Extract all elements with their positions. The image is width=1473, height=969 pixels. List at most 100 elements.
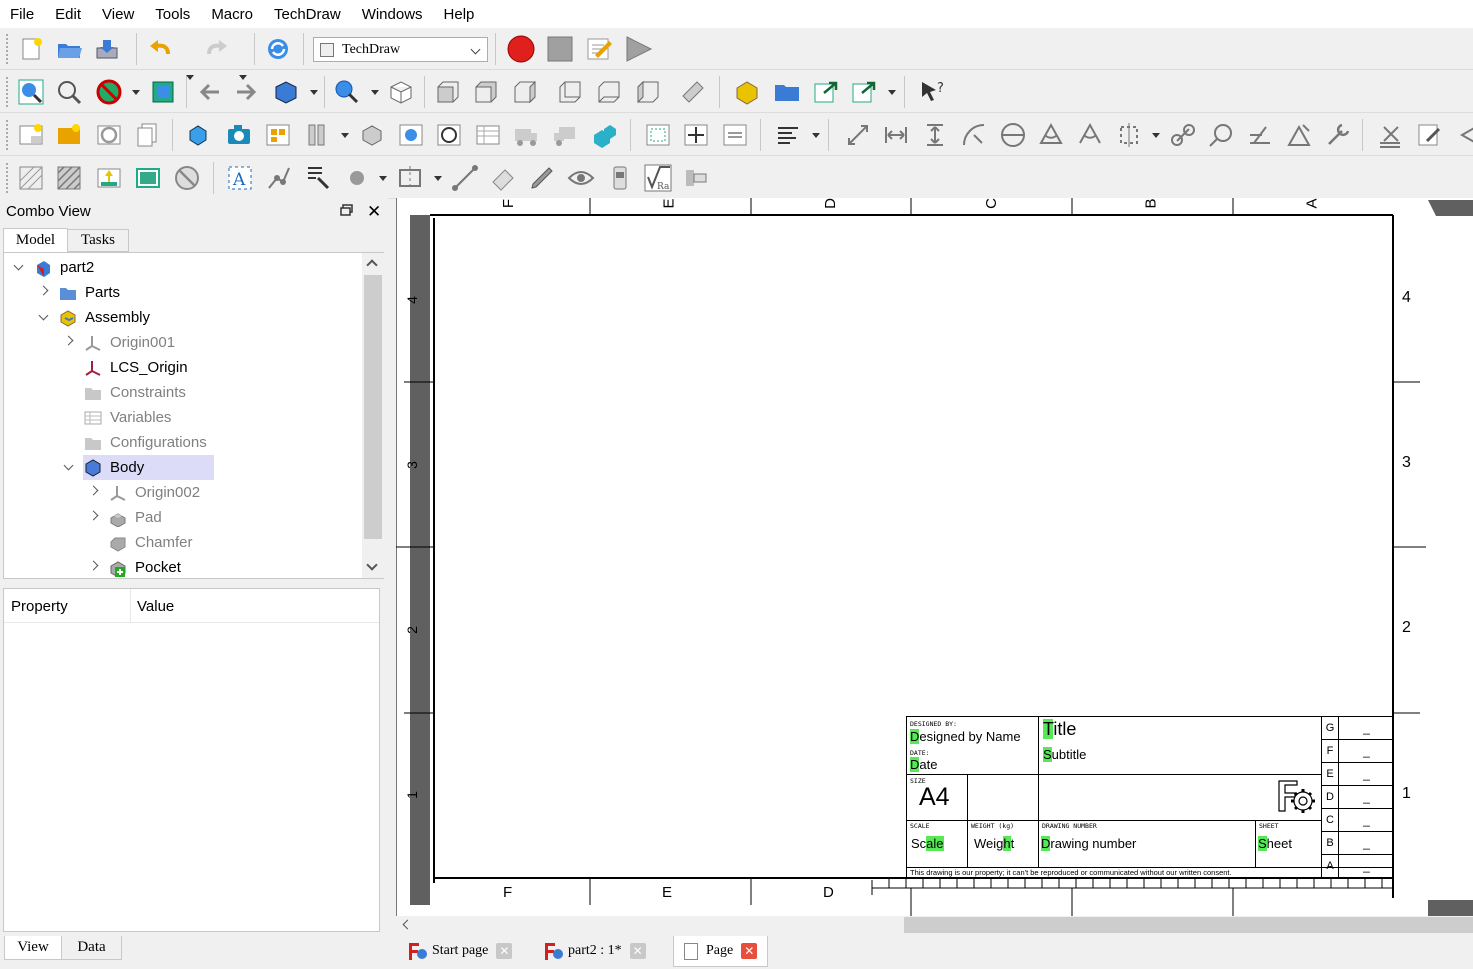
nav-forward-icon[interactable] [231, 76, 263, 108]
clip-group-remove-icon[interactable] [588, 119, 620, 151]
insert-page-template-icon[interactable] [53, 119, 85, 151]
chevron-right-icon[interactable] [63, 335, 74, 346]
revision-value[interactable]: _ [1339, 832, 1394, 855]
hscrollbar-thumb[interactable] [904, 917, 1473, 933]
close-tab-icon[interactable]: ✕ [741, 943, 758, 959]
run-macro-icon[interactable] [622, 33, 654, 65]
scale-field[interactable]: Scale [911, 836, 944, 851]
toolbar-grip[interactable] [6, 77, 10, 107]
detail-view-icon[interactable] [356, 119, 388, 151]
leader-edit-icon[interactable] [302, 162, 334, 194]
dimension-repair-icon[interactable] [1322, 119, 1354, 151]
area-dimension-icon[interactable] [1283, 119, 1315, 151]
bottom-view-icon[interactable] [593, 76, 625, 108]
scrollbar-thumb[interactable] [364, 275, 382, 539]
menu-file[interactable]: File [10, 6, 34, 23]
dimension-radius-icon[interactable] [958, 119, 990, 151]
rich-text-annotation-icon[interactable]: A [224, 162, 256, 194]
weld-symbol-icon[interactable] [1374, 119, 1406, 151]
toggle-frames-icon[interactable] [642, 119, 674, 151]
menu-edit[interactable]: Edit [55, 6, 81, 23]
isometric-view-icon[interactable] [385, 76, 417, 108]
geometric-hatch-icon[interactable] [53, 162, 85, 194]
link-actions-dropdown-icon[interactable] [888, 90, 896, 95]
toggle-visibility-icon[interactable] [171, 162, 203, 194]
draft-view-icon[interactable] [395, 119, 427, 151]
tree-item-lcs-origin[interactable]: LCS_Origin [83, 355, 188, 380]
tree-item-parts[interactable]: Parts [58, 280, 120, 305]
circle-centerline-icon[interactable] [341, 162, 373, 194]
tab-data[interactable]: Data [62, 936, 122, 960]
redo-icon[interactable] [200, 33, 232, 65]
dimension-length-icon[interactable] [842, 119, 874, 151]
tree-item-chamfer[interactable]: Chamfer [108, 530, 193, 555]
toolbar-grip[interactable] [6, 34, 10, 64]
hole-shaft-fit-icon[interactable] [680, 162, 712, 194]
weld-tail-icon[interactable] [604, 162, 636, 194]
tree-item-assembly[interactable]: Assembly [58, 305, 150, 330]
sheet-field[interactable]: Sheet [1258, 836, 1292, 851]
tree-item-part2[interactable]: part2 [33, 255, 94, 280]
cosmetic-vertex-icon[interactable] [263, 162, 295, 194]
weight-field[interactable]: Weight [974, 836, 1014, 851]
balloon-icon[interactable] [1205, 119, 1237, 151]
title-block[interactable]: DESIGNED BY: Designed by Name DATE: Date… [906, 716, 1394, 879]
surface-finish-icon[interactable]: Ra [642, 162, 674, 194]
revision-value[interactable]: _ [1339, 855, 1394, 878]
dimension-horizontal-icon[interactable] [880, 119, 912, 151]
revision-value[interactable]: _ [1339, 763, 1394, 786]
tab-start-page[interactable]: Start page ✕ [408, 937, 513, 965]
draw-style-dropdown-icon[interactable] [132, 90, 140, 95]
clip-group-add-icon[interactable] [549, 119, 581, 151]
chevron-right-icon[interactable] [88, 485, 99, 496]
image-icon[interactable] [93, 162, 125, 194]
dimension-angle-icon[interactable] [1035, 119, 1067, 151]
format-line-icon[interactable] [526, 162, 558, 194]
chevron-right-icon[interactable] [88, 510, 99, 521]
zoom-icon[interactable] [331, 76, 363, 108]
chevron-right-icon[interactable] [38, 285, 49, 296]
drawing-hscrollbar[interactable] [396, 916, 1473, 934]
centerline-dropdown-icon[interactable] [434, 176, 442, 181]
stop-macro-icon[interactable] [544, 33, 576, 65]
rear-view-icon[interactable] [554, 76, 586, 108]
cosmetic-line-icon[interactable] [449, 162, 481, 194]
extent-dropdown-icon[interactable] [1152, 133, 1160, 138]
tab-model[interactable]: Model [3, 228, 68, 252]
date-field[interactable]: Date [910, 757, 937, 772]
view-cube-dropdown-icon[interactable] [310, 90, 318, 95]
align-views-icon[interactable] [680, 119, 712, 151]
edit-text-icon[interactable] [1413, 119, 1445, 151]
menu-tools[interactable]: Tools [155, 6, 190, 23]
tree-item-configurations[interactable]: Configurations [83, 430, 207, 455]
chevron-down-icon[interactable] [38, 310, 49, 321]
tab-view[interactable]: View [4, 936, 62, 960]
workbench-selector[interactable]: TechDraw [313, 37, 488, 62]
chevron-down-icon[interactable] [63, 460, 74, 471]
tree-item-origin001[interactable]: Origin001 [83, 330, 175, 355]
print-all-pages-icon[interactable] [132, 119, 164, 151]
fit-selection-icon[interactable] [53, 76, 85, 108]
tab-page[interactable]: Page ✕ [673, 936, 769, 967]
whats-this-icon[interactable]: ? [916, 76, 948, 108]
menu-view[interactable]: View [102, 6, 134, 23]
revision-value[interactable]: _ [1339, 809, 1394, 832]
tab-tasks[interactable]: Tasks [68, 229, 129, 252]
make-link-icon[interactable] [810, 76, 842, 108]
close-tab-icon[interactable]: ✕ [629, 943, 646, 959]
record-macro-icon[interactable] [505, 33, 537, 65]
revision-value[interactable]: _ [1339, 740, 1394, 763]
redraw-page-icon[interactable] [93, 119, 125, 151]
section-view-icon[interactable] [301, 119, 333, 151]
zoom-dropdown-icon[interactable] [371, 90, 379, 95]
menu-macro[interactable]: Macro [211, 6, 253, 23]
close-panel-icon[interactable]: ✕ [367, 202, 381, 222]
undo-icon[interactable] [145, 33, 177, 65]
float-panel-icon[interactable] [340, 204, 354, 217]
section-view-dropdown-icon[interactable] [341, 133, 349, 138]
techdraw-page-view[interactable]: DESIGNED BY: Designed by Name DATE: Date… [396, 198, 1473, 916]
clip-group-icon[interactable] [510, 119, 542, 151]
tree-item-origin002[interactable]: Origin002 [108, 480, 200, 505]
macro-edit-icon[interactable] [583, 33, 615, 65]
link-dimension-icon[interactable] [1167, 119, 1199, 151]
